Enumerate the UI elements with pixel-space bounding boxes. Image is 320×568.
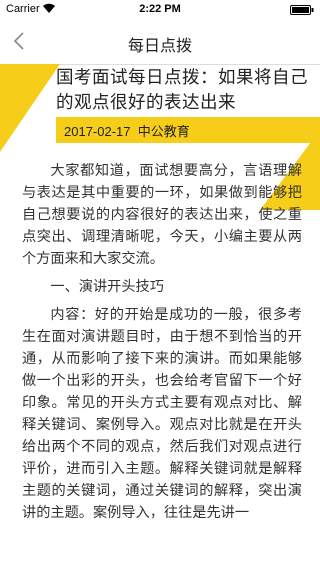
- navigation-bar: 每日点拨: [0, 20, 320, 65]
- status-time: 2:22 PM: [139, 3, 181, 15]
- article-source: 中公教育: [137, 124, 190, 139]
- article-date: 2017-02-17: [64, 124, 131, 139]
- status-bar: Carrier 2:22 PM: [0, 0, 320, 20]
- section-heading: 一、演讲开头技巧: [50, 279, 164, 295]
- article-paragraph: 大家都知道，面试想要高分，言语理解与表达是其中重要的一环，如果做到能够把自己想要…: [22, 163, 302, 267]
- article-paragraph: 内容：好的开始是成功的一般，很多考生在面对演讲题目时，由于想不到恰当的开通，从而…: [22, 307, 302, 521]
- decor-triangle-left: [0, 64, 60, 152]
- article-title: 国考面试每日点拨：如果将自己的观点很好的表达出来: [56, 68, 308, 113]
- article-meta-bar: 2017-02-17 中公教育: [56, 117, 320, 143]
- article-meta: 2017-02-17 中公教育: [64, 121, 190, 140]
- article-body: 大家都知道，面试想要高分，言语理解与表达是其中重要的一环，如果做到能够把自己想要…: [22, 160, 302, 530]
- battery-icon: [290, 5, 314, 15]
- nav-title: 每日点拨: [127, 36, 192, 55]
